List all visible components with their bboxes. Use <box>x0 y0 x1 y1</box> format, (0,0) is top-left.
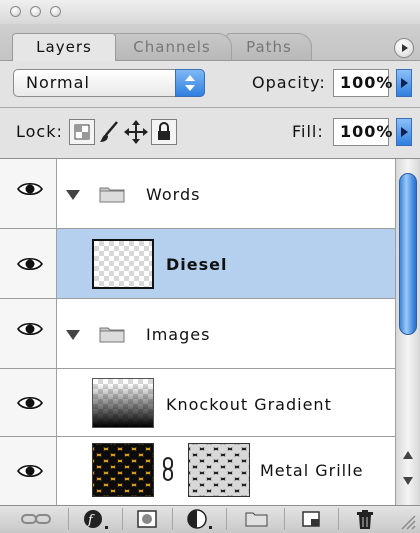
add-mask-icon[interactable] <box>136 509 160 529</box>
opacity-field[interactable]: 100% <box>333 69 392 97</box>
layer-thumbnail <box>92 239 154 289</box>
layer-knockout-gradient[interactable]: Knockout Gradient <box>0 369 395 437</box>
layer-thumbnail <box>92 443 154 497</box>
eye-icon <box>17 322 43 336</box>
divider <box>68 508 69 530</box>
visibility-toggle[interactable] <box>0 159 57 228</box>
lock-image-button[interactable] <box>97 119 123 145</box>
layer-mask-thumbnail[interactable] <box>188 443 250 497</box>
blend-mode-value: Normal <box>26 73 90 92</box>
visibility-toggle[interactable] <box>0 369 57 436</box>
disclosure-triangle-icon[interactable] <box>66 190 80 200</box>
layer-diesel[interactable]: Diesel <box>0 229 395 299</box>
layer-name: Knockout Gradient <box>166 395 332 414</box>
chain-link-icon[interactable] <box>162 457 174 481</box>
layer-style-icon[interactable]: f <box>82 509 112 529</box>
folder-icon <box>99 327 125 343</box>
layer-metal-grille[interactable]: Metal Grille <box>0 437 395 505</box>
visibility-toggle[interactable] <box>0 229 57 298</box>
scrollbar-thumb[interactable] <box>399 173 417 335</box>
disclosure-triangle-icon[interactable] <box>66 330 80 340</box>
layers-list: Words Diesel Images Knockout Gradient Me… <box>0 159 395 505</box>
lock-label: Lock: <box>16 122 63 141</box>
close-button[interactable] <box>10 6 21 17</box>
layer-name: Diesel <box>166 255 228 274</box>
lock-all-button[interactable] <box>151 119 177 145</box>
opacity-slider-button[interactable] <box>396 69 412 97</box>
blend-row: Normal Opacity: 100% <box>0 61 420 108</box>
zoom-button[interactable] <box>50 6 61 17</box>
layer-thumbnail <box>92 378 154 428</box>
title-bar <box>0 0 420 24</box>
divider <box>284 508 285 530</box>
lock-transparency-button[interactable] <box>69 119 95 145</box>
select-arrows-icon <box>175 69 205 97</box>
eye-icon <box>17 464 43 478</box>
bottom-toolbar: f <box>0 505 420 533</box>
link-layers-icon[interactable] <box>20 509 54 529</box>
fill-value: 100% <box>340 122 394 141</box>
layer-name: Images <box>146 325 211 344</box>
tab-layers[interactable]: Layers <box>12 33 116 61</box>
trash-icon[interactable] <box>354 509 376 529</box>
move-icon <box>124 120 148 144</box>
minimize-button[interactable] <box>30 6 41 17</box>
layer-group-words[interactable]: Words <box>0 159 395 229</box>
resize-grip-icon[interactable] <box>398 512 416 530</box>
transparency-icon <box>74 124 90 140</box>
visibility-toggle[interactable] <box>0 299 57 368</box>
blend-mode-select[interactable]: Normal <box>13 69 205 97</box>
layer-group-images[interactable]: Images <box>0 299 395 369</box>
layer-name: Metal Grille <box>260 461 364 480</box>
tab-label: Channels <box>133 38 211 56</box>
eye-icon <box>17 396 43 410</box>
padlock-icon <box>158 122 170 140</box>
divider <box>338 508 339 530</box>
opacity-value: 100% <box>340 73 394 92</box>
layer-name: Words <box>146 185 201 204</box>
folder-icon <box>99 187 125 203</box>
lock-row: Lock: Fill: 100% <box>0 108 420 159</box>
palette-menu-button[interactable] <box>394 38 414 58</box>
adjustment-layer-icon[interactable] <box>186 509 216 529</box>
brush-icon <box>100 121 118 142</box>
fill-label: Fill: <box>292 122 324 141</box>
visibility-toggle[interactable] <box>0 437 57 505</box>
divider <box>122 508 123 530</box>
fill-field[interactable]: 100% <box>333 118 392 146</box>
divider <box>226 508 227 530</box>
layers-scrollbar[interactable] <box>395 159 420 505</box>
fill-slider-button[interactable] <box>396 118 412 146</box>
divider <box>172 508 173 530</box>
tab-label: Layers <box>36 38 92 56</box>
new-group-icon[interactable] <box>244 509 270 529</box>
tab-label: Paths <box>246 38 292 56</box>
lock-position-button[interactable] <box>123 119 149 145</box>
layers-palette: Paths Channels Layers Normal Opacity: 10… <box>0 0 420 533</box>
tab-paths[interactable]: Paths <box>226 33 312 60</box>
new-layer-icon[interactable] <box>300 509 324 529</box>
eye-icon <box>17 257 43 271</box>
opacity-label: Opacity: <box>252 73 326 92</box>
scroll-up-arrow-icon[interactable] <box>403 451 413 459</box>
eye-icon <box>17 182 43 196</box>
scroll-down-arrow-icon[interactable] <box>403 477 413 485</box>
tab-channels[interactable]: Channels <box>112 33 232 60</box>
tab-bar: Paths Channels Layers <box>0 24 420 61</box>
